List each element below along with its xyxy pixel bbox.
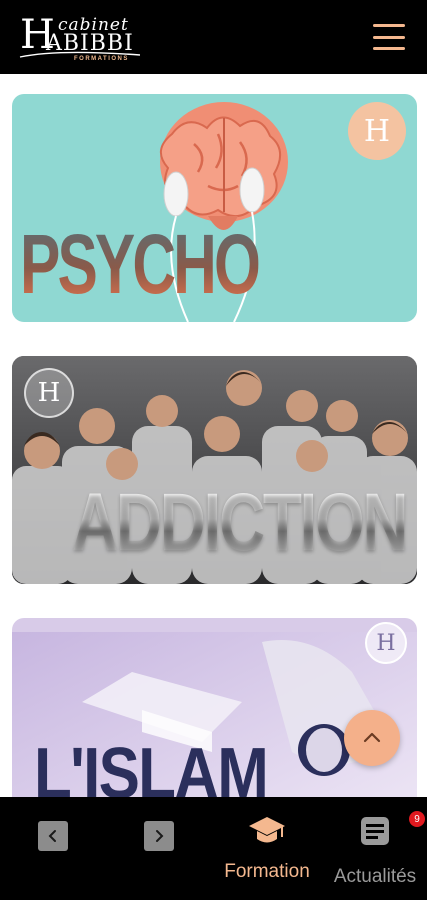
scroll-to-top-button[interactable] (344, 710, 400, 766)
brand-badge-icon: H (24, 368, 74, 418)
back-button[interactable] (38, 821, 68, 851)
card-title: ADDICTION (72, 477, 409, 568)
tab-actualites[interactable]: 9 Actualités (328, 811, 425, 888)
brand-badge-icon: H (365, 622, 407, 664)
card-title: PSYCHO (20, 217, 261, 311)
brand-logo[interactable]: H cabinet ABIBBI FORMATIONS (18, 11, 148, 63)
tab-label: Formation (224, 861, 310, 882)
logo-subtitle: FORMATIONS (74, 56, 129, 62)
chevron-up-icon (363, 732, 381, 743)
chevron-right-icon (156, 830, 164, 842)
top-bar: H cabinet ABIBBI FORMATIONS (0, 0, 427, 74)
notification-badge: 9 (409, 811, 425, 827)
course-card-psycho[interactable]: H PSYCHO (12, 94, 417, 322)
chevron-left-icon (48, 830, 56, 842)
tab-formation[interactable]: Formation (219, 815, 315, 883)
hamburger-menu-icon[interactable] (373, 24, 405, 50)
course-card-addiction[interactable]: H ADDICTION (12, 356, 417, 584)
tab-label: Actualités (333, 866, 417, 887)
brand-badge-icon: H (348, 102, 406, 160)
graduation-cap-icon (249, 817, 285, 843)
news-icon (361, 817, 389, 845)
bottom-navigation: Formation 9 Actualités (0, 797, 427, 900)
forward-button[interactable] (144, 821, 174, 851)
